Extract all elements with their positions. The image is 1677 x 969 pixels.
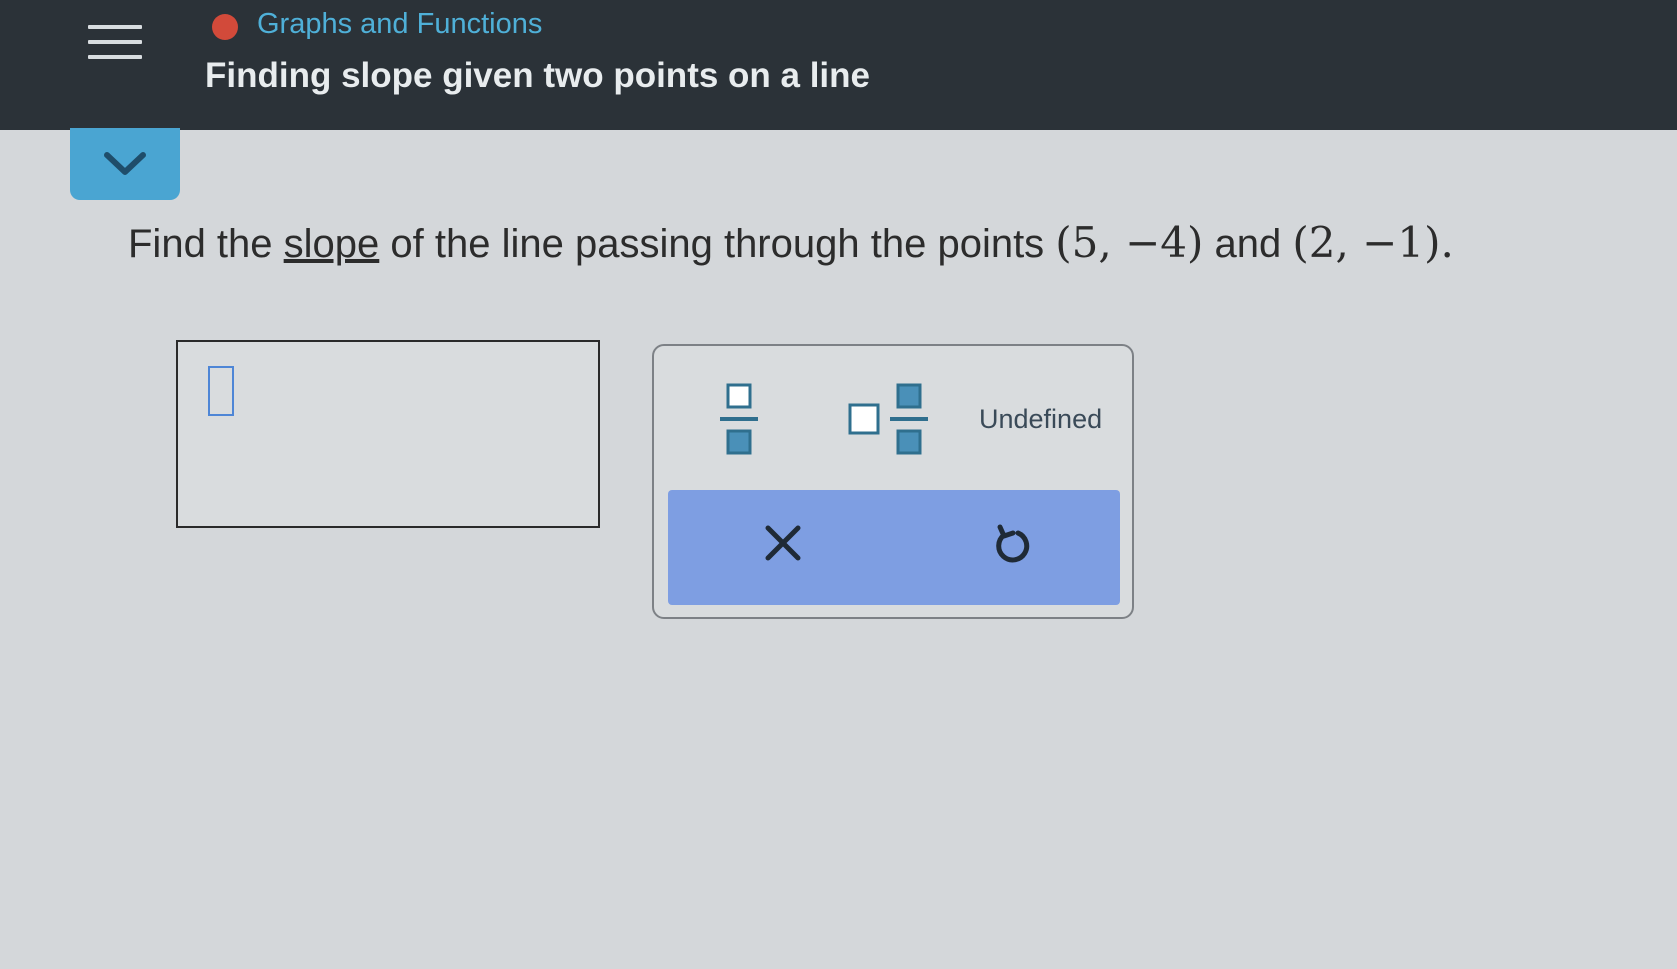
clear-icon [765,525,801,561]
top-header: Graphs and Functions Finding slope given… [0,0,1677,130]
point-one: (5, −4) [1055,218,1204,267]
question-conjunction: and [1203,222,1293,266]
topic-status-dot [212,14,238,40]
question-text: Find the slope of the line passing throu… [128,218,1454,267]
fraction-button[interactable] [714,381,764,461]
input-cursor-slot [208,366,234,416]
question-middle: of the line passing through the points [379,222,1056,266]
topic-label: Graphs and Functions [257,8,543,40]
clear-button[interactable] [763,523,803,563]
point-two: (2, −1) [1292,218,1441,267]
menu-icon[interactable] [88,25,142,69]
mixed-number-button[interactable] [846,381,936,461]
question-prefix: Find the [128,222,284,266]
keypad-action-bar [668,490,1120,605]
page-title: Finding slope given two points on a line [205,56,870,95]
slope-link[interactable]: slope [284,222,380,266]
undefined-button[interactable]: Undefined [979,404,1102,435]
undo-button[interactable] [990,523,1034,567]
collapse-button[interactable] [70,128,180,200]
math-keypad: Undefined [652,344,1134,619]
mixed-number-icon [848,383,928,455]
question-end: . [1440,218,1454,267]
fraction-icon [720,383,758,455]
answer-input[interactable] [176,340,600,528]
undo-icon [996,524,1030,563]
chevron-down-icon [104,152,146,175]
